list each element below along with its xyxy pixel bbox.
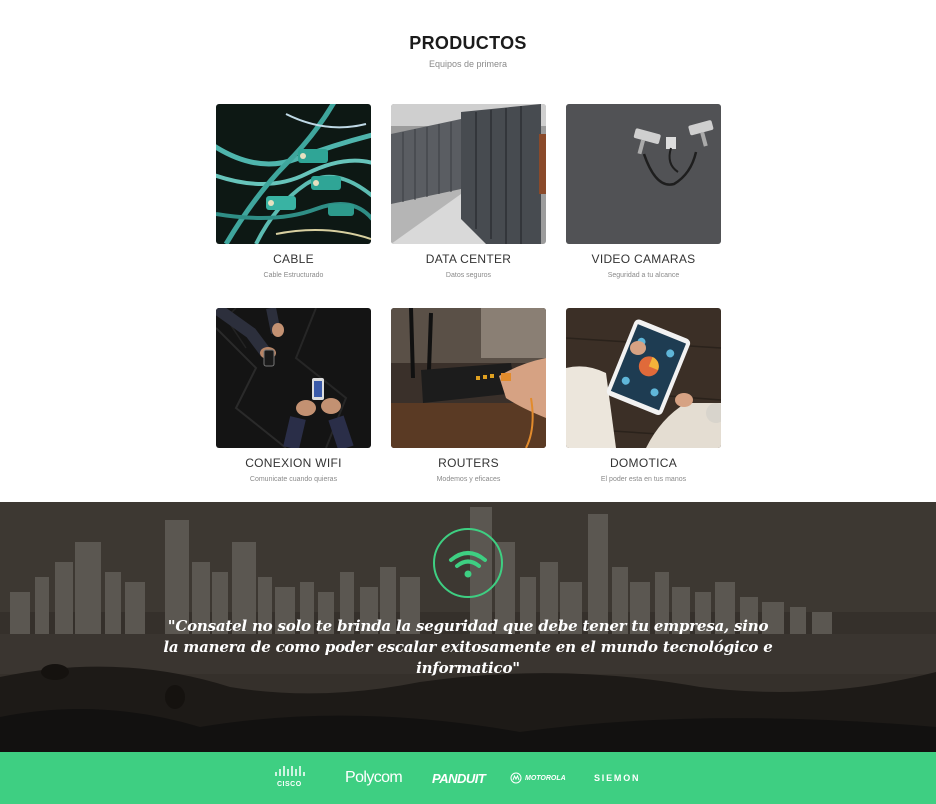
security-cameras-photo [566,104,721,244]
product-card-cable[interactable]: CABLE Cable Estructurado [216,104,371,279]
banner-quote: "Consatel no solo te brinda la seguridad… [163,617,773,677]
brand-name: SIEMON [594,773,641,783]
product-name: VIDEO CAMARAS [591,252,696,266]
section-subtitle: Equipos de primera [428,59,508,69]
tablet-photo [566,308,721,448]
brand-logo-siemon: SIEMON [594,752,640,804]
product-name: CONEXION WIFI [245,456,342,470]
brand-name: CISCO [277,781,302,788]
brand-name: PANDUIT [432,770,486,786]
product-desc: El poder esta en tus manos [600,476,687,483]
wifi-icon [449,551,487,578]
router-photo [391,308,546,448]
products-section: PRODUCTOS Equipos de primera CABLE Cable… [0,0,936,502]
brand-logo-motorola: MOTOROLA [510,752,566,804]
product-name: CABLE [273,252,314,266]
product-card-conexion-wifi[interactable]: CONEXION WIFI Comunicate cuando quieras [216,308,371,483]
brands-bar: CISCO Polycom PANDUIT MOTOROLA SIEMON [0,752,936,804]
product-name: ROUTERS [438,456,499,470]
brand-logo-panduit: PANDUIT [432,752,486,804]
brand-name: MOTOROLA [525,774,566,782]
ethernet-cables-photo [216,104,371,244]
product-desc: Datos seguros [445,272,492,279]
brand-logo-cisco: CISCO [274,752,306,804]
motorola-logo-icon [510,772,522,784]
product-card-video-camaras[interactable]: VIDEO CAMARAS Seguridad a tu alcance [566,104,721,279]
product-desc: Seguridad a tu alcance [607,272,680,279]
product-card-domotica[interactable]: DOMOTICA El poder esta en tus manos [566,308,721,483]
product-name: DATA CENTER [425,252,512,266]
section-title: PRODUCTOS [409,33,527,53]
product-card-routers[interactable]: ROUTERS Modemos y eficaces [391,308,546,483]
product-desc: Comunicate cuando quieras [249,476,338,483]
wifi-badge [433,528,503,598]
product-desc: Cable Estructurado [263,272,324,279]
brand-logo-polycom: Polycom [345,752,403,804]
product-desc: Modemos y eficaces [436,476,501,483]
product-card-data-center[interactable]: DATA CENTER Datos seguros [391,104,546,279]
server-racks-photo [391,104,546,244]
phones-hands-photo [216,308,371,448]
brand-name: Polycom [345,769,403,786]
product-name: DOMOTICA [609,456,678,470]
